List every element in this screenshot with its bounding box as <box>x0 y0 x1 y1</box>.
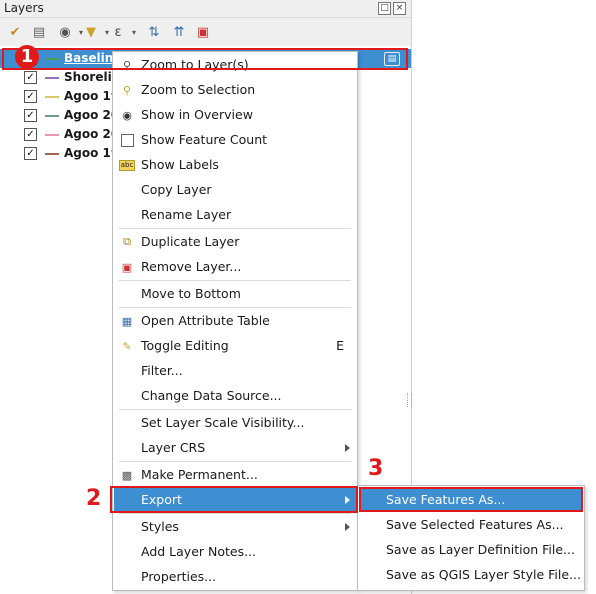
panel-splitter[interactable] <box>407 393 412 407</box>
close-panel-icon[interactable]: × <box>393 2 406 15</box>
annotation-box-export <box>110 486 358 513</box>
checkbox-icon[interactable] <box>120 133 134 147</box>
menu-item-styles[interactable]: Styles <box>114 515 356 539</box>
menu-item-filter[interactable]: Filter... <box>114 359 356 383</box>
menu-separator <box>119 228 351 229</box>
menu-item-show-in-overview[interactable]: ◉ Show in Overview <box>114 103 356 127</box>
layer-name: Agoo 19 <box>64 146 120 160</box>
menu-item-save-qgis-style[interactable]: Save as QGIS Layer Style File... <box>359 563 583 587</box>
layer-name: Agoo 20 <box>64 127 120 141</box>
menu-item-set-scale-visibility[interactable]: Set Layer Scale Visibility... <box>114 411 356 435</box>
save-icon: ▩ <box>121 468 133 482</box>
menu-item-copy-layer[interactable]: Copy Layer <box>114 178 356 202</box>
layer-checkbox[interactable]: ✓ <box>24 128 37 141</box>
layer-name: Agoo 19 <box>64 89 120 103</box>
line-symbol-icon <box>45 77 59 79</box>
collapse-all-icon[interactable]: ⇈ <box>170 23 188 41</box>
table-icon: ▦ <box>121 314 133 328</box>
menu-separator <box>119 409 351 410</box>
layer-name: Agoo 20 <box>64 108 120 122</box>
line-symbol-icon <box>45 115 59 117</box>
annotation-step-3: 3 <box>368 456 384 481</box>
expression-dropdown-icon[interactable]: ▾ <box>125 23 143 41</box>
add-group-icon[interactable]: ▤ <box>30 23 48 41</box>
menu-separator <box>119 280 351 281</box>
panel-title: Layers <box>4 1 44 15</box>
menu-item-remove-layer[interactable]: ▣ Remove Layer... <box>114 255 356 279</box>
labels-icon: abc <box>118 159 136 171</box>
float-panel-icon[interactable]: □ <box>378 2 391 15</box>
shortcut-label: E <box>336 338 344 353</box>
annotation-step-1: 1 <box>15 45 39 69</box>
line-symbol-icon <box>45 153 59 155</box>
layer-checkbox[interactable]: ✓ <box>24 90 37 103</box>
menu-item-duplicate-layer[interactable]: ⧉ Duplicate Layer <box>114 230 356 254</box>
menu-item-show-labels[interactable]: abc Show Labels <box>114 153 356 177</box>
submenu-arrow-icon <box>345 444 350 452</box>
menu-item-properties[interactable]: Properties... <box>114 565 356 589</box>
remove-icon: ▣ <box>121 260 133 274</box>
line-symbol-icon <box>45 134 59 136</box>
annotation-box-save-features <box>359 487 583 512</box>
layer-checkbox[interactable]: ✓ <box>24 71 37 84</box>
panel-title-bar: Layers □ × <box>0 0 411 18</box>
menu-separator <box>119 513 351 514</box>
expand-all-icon[interactable]: ⇅ <box>145 23 163 41</box>
menu-item-move-to-bottom[interactable]: Move to Bottom <box>114 282 356 306</box>
style-brush-icon[interactable]: ✔ <box>6 23 24 41</box>
line-symbol-icon <box>45 96 59 98</box>
annotation-step-2: 2 <box>86 486 102 511</box>
zoom-selection-icon: ⚲ <box>122 83 132 97</box>
menu-separator <box>119 461 351 462</box>
menu-item-add-layer-notes[interactable]: Add Layer Notes... <box>114 540 356 564</box>
menu-item-toggle-editing[interactable]: ✎ Toggle Editing E <box>114 334 356 358</box>
menu-item-save-layer-definition[interactable]: Save as Layer Definition File... <box>359 538 583 562</box>
overview-icon: ◉ <box>122 108 132 122</box>
menu-item-save-selected-features-as[interactable]: Save Selected Features As... <box>359 513 583 537</box>
layers-toolbar: ✔ ▤ ◉ ▾ ▼ ▾ ε ▾ ⇅ ⇈ ▣ <box>0 18 411 46</box>
menu-item-zoom-to-selection[interactable]: ⚲ Zoom to Selection <box>114 78 356 102</box>
duplicate-icon: ⧉ <box>123 235 131 248</box>
menu-item-layer-crs[interactable]: Layer CRS <box>114 436 356 460</box>
menu-separator <box>119 307 351 308</box>
remove-layer-icon[interactable]: ▣ <box>194 23 212 41</box>
layer-checkbox[interactable]: ✓ <box>24 109 37 122</box>
menu-item-show-feature-count[interactable]: Show Feature Count <box>114 128 356 152</box>
menu-item-open-attribute-table[interactable]: ▦ Open Attribute Table <box>114 309 356 333</box>
annotation-box-layer <box>2 48 408 70</box>
menu-item-change-data-source[interactable]: Change Data Source... <box>114 384 356 408</box>
pencil-icon: ✎ <box>122 339 132 353</box>
layer-checkbox[interactable]: ✓ <box>24 147 37 160</box>
submenu-arrow-icon <box>345 523 350 531</box>
menu-item-rename-layer[interactable]: Rename Layer <box>114 203 356 227</box>
menu-item-make-permanent[interactable]: ▩ Make Permanent... <box>114 463 356 487</box>
